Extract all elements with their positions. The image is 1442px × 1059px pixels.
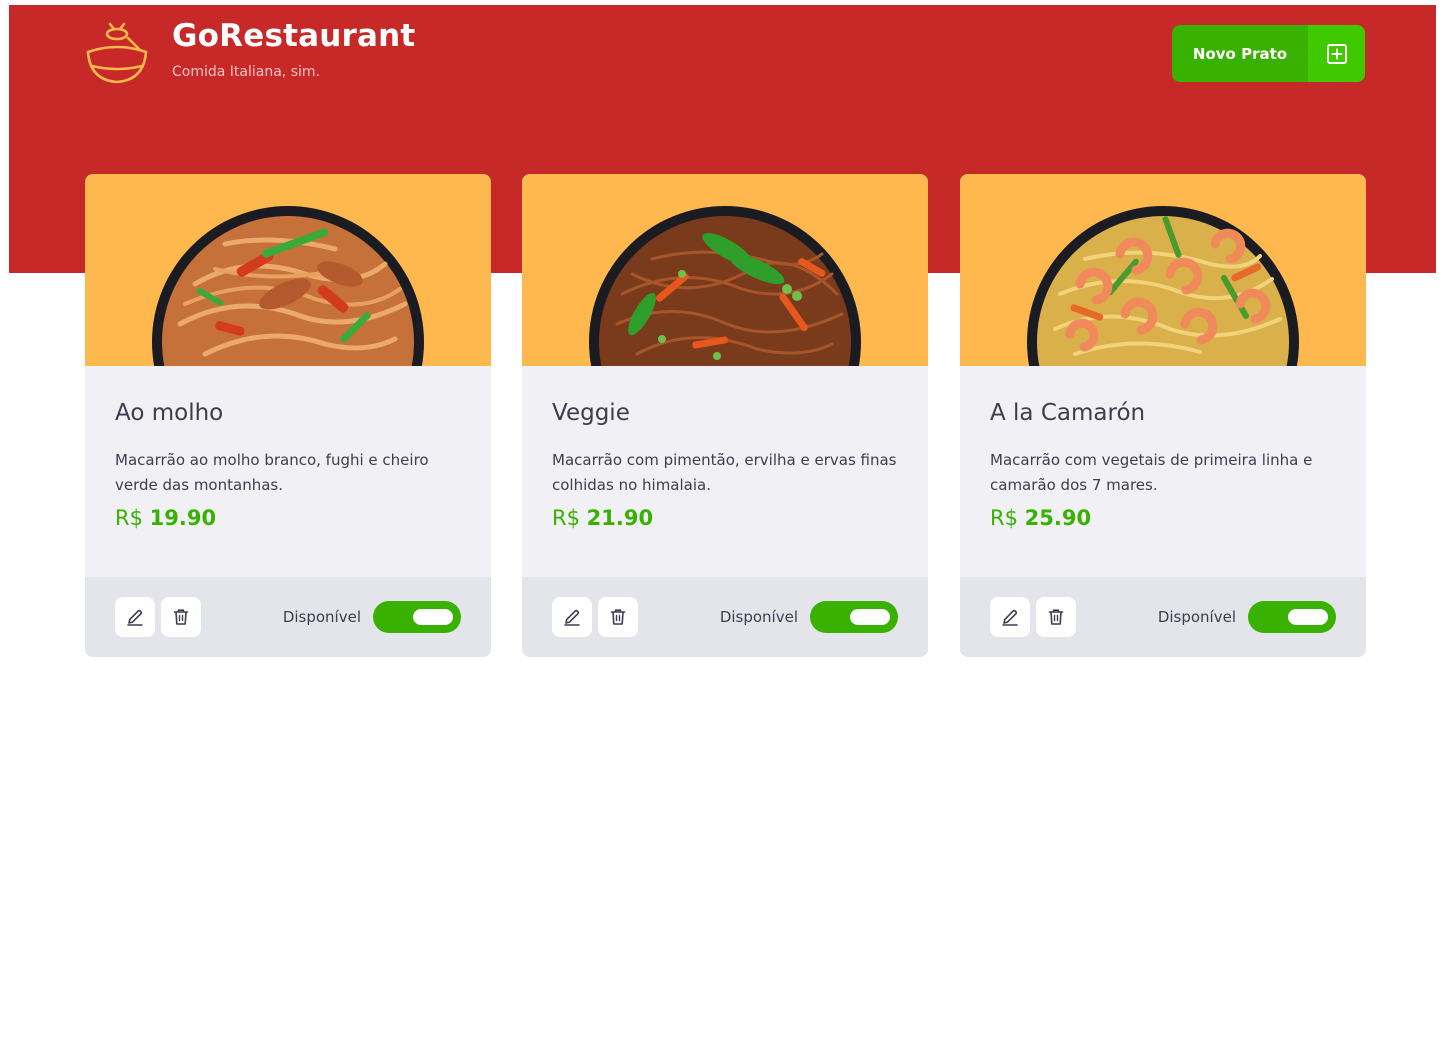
dish-description: Macarrão com pimentão, ervilha e ervas f…	[552, 451, 897, 494]
availability-label: Disponível	[1157, 608, 1236, 626]
availability-toggle[interactable]	[373, 601, 461, 633]
trash-icon	[610, 609, 626, 625]
dish-price: R$ 21.90	[552, 506, 653, 530]
availability-toggle[interactable]	[1248, 601, 1336, 633]
pencil-icon	[564, 609, 580, 626]
dish-image	[85, 174, 491, 366]
availability-label: Disponível	[282, 608, 361, 626]
edit-button[interactable]	[552, 597, 592, 637]
trash-icon	[173, 609, 189, 625]
edit-button[interactable]	[990, 597, 1030, 637]
availability: Disponível	[720, 601, 898, 633]
price-currency: R$	[115, 506, 143, 530]
availability: Disponível	[1158, 601, 1336, 633]
bowl-icon	[86, 22, 148, 84]
dish-card: Veggie Macarrão com pimentão, ervilha e …	[522, 174, 928, 657]
availability-toggle[interactable]	[810, 601, 898, 633]
dish-price: R$ 25.90	[990, 506, 1091, 530]
dish-image	[522, 174, 928, 366]
new-dish-icon-box	[1308, 25, 1365, 82]
dish-footer: Disponível	[85, 577, 491, 657]
toggle-knob	[413, 609, 453, 625]
toggle-knob	[1288, 609, 1328, 625]
dish-description: Macarrão com vegetais de primeira linha …	[990, 451, 1313, 494]
dish-price: R$ 19.90	[115, 506, 216, 530]
dish-footer: Disponível	[522, 577, 928, 657]
edit-button[interactable]	[115, 597, 155, 637]
price-amount: 21.90	[586, 506, 654, 530]
dish-image	[960, 174, 1366, 366]
price-currency: R$	[552, 506, 580, 530]
dish-card: Ao molho Macarrão ao molho branco, fughi…	[85, 174, 491, 657]
new-dish-label: Novo Prato	[1192, 44, 1288, 63]
delete-button[interactable]	[598, 597, 638, 637]
pencil-icon	[127, 609, 143, 626]
dish-body: Ao molho Macarrão ao molho branco, fughi…	[85, 366, 491, 577]
app-title: GoRestaurant	[172, 18, 416, 54]
price-amount: 25.90	[1024, 506, 1092, 530]
toggle-knob	[850, 609, 890, 625]
dish-description: Macarrão ao molho branco, fughi e cheiro…	[115, 451, 429, 494]
dish-body: Veggie Macarrão com pimentão, ervilha e …	[522, 366, 928, 577]
dish-card: A la Camarón Macarrão com vegetais de pr…	[960, 174, 1366, 657]
dish-name: Veggie	[552, 400, 630, 426]
dish-name: A la Camarón	[990, 400, 1146, 426]
delete-button[interactable]	[161, 597, 201, 637]
app-subtitle: Comida Italiana, sim.	[172, 64, 320, 80]
trash-icon	[1048, 609, 1064, 625]
price-currency: R$	[990, 506, 1018, 530]
plus-square-icon	[1326, 43, 1347, 64]
price-amount: 19.90	[149, 506, 217, 530]
delete-button[interactable]	[1036, 597, 1076, 637]
availability-label: Disponível	[719, 608, 798, 626]
dish-name: Ao molho	[115, 400, 224, 426]
dish-body: A la Camarón Macarrão com vegetais de pr…	[960, 366, 1366, 577]
new-dish-button[interactable]: Novo Prato	[1172, 25, 1365, 82]
pencil-icon	[1002, 609, 1018, 626]
availability: Disponível	[283, 601, 461, 633]
dish-footer: Disponível	[960, 577, 1366, 657]
